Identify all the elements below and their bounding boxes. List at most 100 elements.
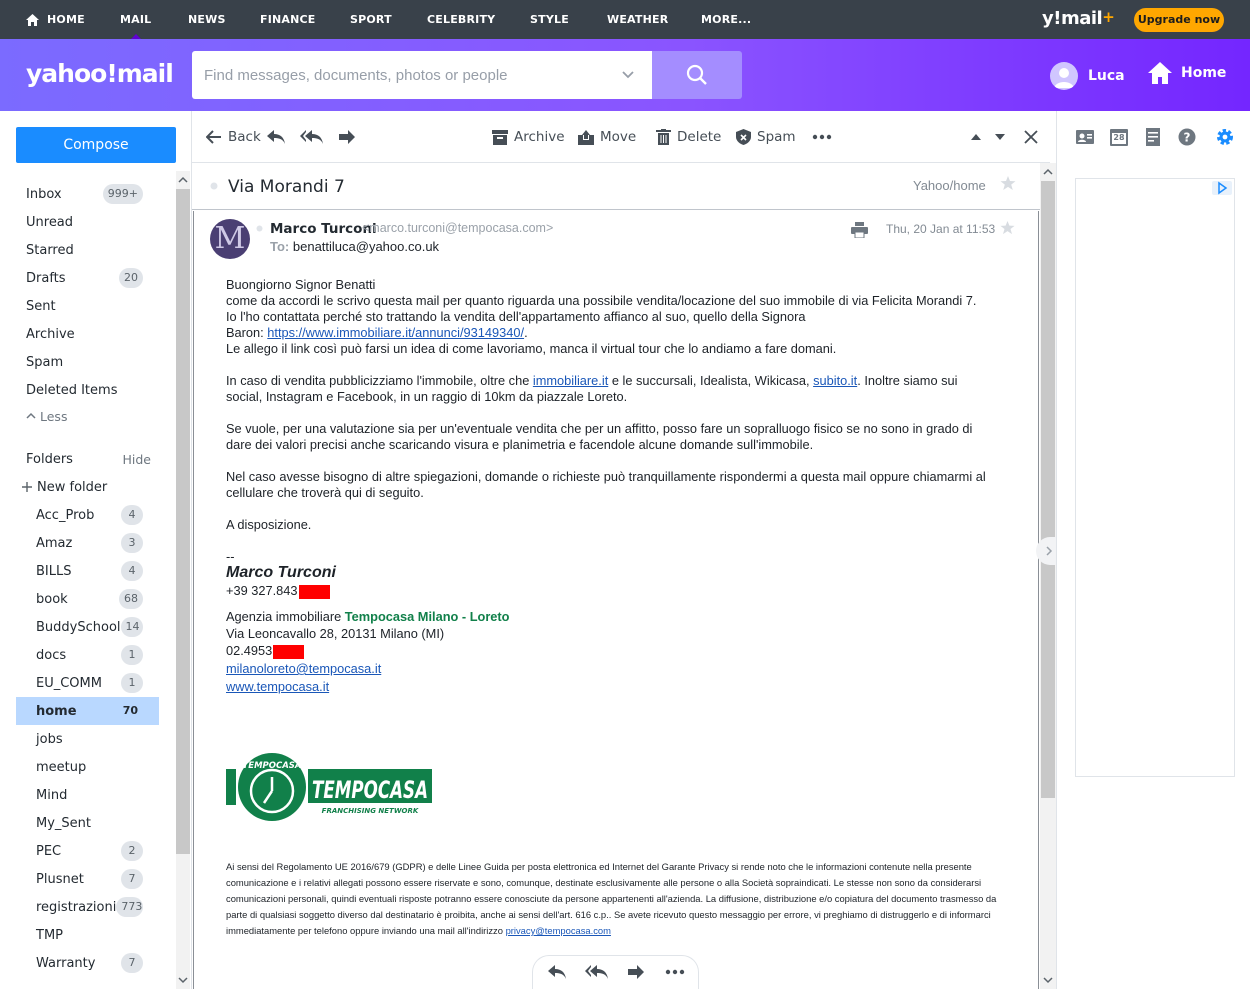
- folder-mind[interactable]: Mind: [16, 781, 159, 809]
- collapse-panel-handle[interactable]: [1036, 537, 1058, 565]
- nav-finance[interactable]: Finance: [260, 0, 316, 39]
- folder-archive[interactable]: Archive: [16, 320, 159, 348]
- new-folder-button[interactable]: New folder: [16, 473, 159, 501]
- nav-style[interactable]: Style: [530, 0, 569, 39]
- forward-icon[interactable]: [627, 964, 645, 980]
- archive-icon: [492, 129, 508, 145]
- sender-name[interactable]: Marco Turconi: [270, 221, 377, 237]
- move-button[interactable]: Move: [578, 127, 636, 147]
- sidebar-scroll-thumb[interactable]: [176, 189, 190, 854]
- listing-link[interactable]: https://www.immobiliare.it/annunci/93149…: [267, 325, 524, 340]
- folder-buddyschool[interactable]: BuddySchool 14: [16, 613, 159, 641]
- help-icon[interactable]: ?: [1177, 127, 1197, 147]
- reply-button[interactable]: [266, 127, 286, 147]
- folder-unread[interactable]: Unread: [16, 208, 159, 236]
- reply-all-button[interactable]: [300, 127, 324, 147]
- phone-number: +39 327.843: [226, 583, 298, 598]
- nav-sport[interactable]: Sport: [350, 0, 392, 39]
- compose-button[interactable]: Compose: [16, 127, 176, 163]
- search-input[interactable]: [192, 51, 612, 99]
- folder-pec[interactable]: PEC 2: [16, 837, 159, 865]
- folder-inbox[interactable]: Inbox 999+: [16, 180, 159, 208]
- recipient-email[interactable]: benattiluca@yahoo.co.uk: [293, 239, 439, 254]
- search-button[interactable]: [652, 51, 742, 99]
- sender-email[interactable]: <marco.turconi@tempocasa.com>: [362, 221, 553, 235]
- folder-deleted-items[interactable]: Deleted Items: [16, 376, 159, 404]
- message-scroll-thumb[interactable]: [1041, 181, 1055, 798]
- folder-my-sent[interactable]: My_Sent: [16, 809, 159, 837]
- folder-eu-comm[interactable]: EU_COMM 1: [16, 669, 159, 697]
- close-message-button[interactable]: [1024, 127, 1038, 147]
- nav-news[interactable]: News: [188, 0, 226, 39]
- upgrade-now-button[interactable]: Upgrade now: [1134, 8, 1224, 32]
- tempocasa-logo[interactable]: TEMPOCASA TEMPOCASA FRANCHISING NETWORK: [226, 751, 436, 826]
- folder-spam[interactable]: Spam: [16, 348, 159, 376]
- yahoo-mail-logo[interactable]: yahoo!mail: [26, 59, 174, 88]
- read-dot-icon[interactable]: [210, 182, 218, 190]
- scroll-down-arrow-icon[interactable]: [1040, 973, 1056, 987]
- print-icon[interactable]: [851, 222, 868, 238]
- chevron-down-icon[interactable]: [622, 69, 634, 81]
- back-button[interactable]: Back: [206, 127, 261, 147]
- ymail-plus-logo[interactable]: y!mail+: [1042, 8, 1115, 29]
- body-line: Se vuole, per una valutazione sia per un…: [226, 421, 973, 436]
- sidebar-scrollbar[interactable]: [176, 171, 190, 989]
- subito-link[interactable]: subito.it: [813, 373, 857, 388]
- folder-jobs[interactable]: jobs: [16, 725, 159, 753]
- previous-message-button[interactable]: [970, 127, 982, 147]
- folder-meetup[interactable]: meetup: [16, 753, 159, 781]
- read-dot-icon[interactable]: [256, 225, 263, 232]
- signature-website-link[interactable]: www.tempocasa.it: [226, 679, 329, 694]
- archive-button[interactable]: Archive: [492, 127, 565, 147]
- nav-weather[interactable]: Weather: [607, 0, 668, 39]
- chevron-right-icon: [1046, 546, 1053, 556]
- nav-more[interactable]: More...: [701, 0, 751, 39]
- folder-bills[interactable]: BILLS 4: [16, 557, 159, 585]
- folder-starred[interactable]: Starred: [16, 236, 159, 264]
- next-message-button[interactable]: [994, 127, 1006, 147]
- scroll-up-arrow-icon[interactable]: [1040, 165, 1056, 179]
- advertisement-frame[interactable]: [1075, 178, 1235, 777]
- folder-tmp[interactable]: TMP: [16, 921, 159, 949]
- settings-gear-icon[interactable]: [1215, 127, 1235, 147]
- message-folder-tag[interactable]: Yahoo/home: [913, 178, 986, 193]
- nav-mail[interactable]: Mail: [120, 0, 151, 39]
- user-menu[interactable]: Luca: [1050, 61, 1125, 91]
- nav-celebrity[interactable]: Celebrity: [427, 0, 495, 39]
- folder-registrazioni[interactable]: registrazioni 773: [16, 893, 159, 921]
- folder-warranty[interactable]: Warranty 7: [16, 949, 159, 977]
- less-toggle[interactable]: Less: [16, 402, 159, 430]
- spam-button[interactable]: Spam: [736, 127, 796, 147]
- folder-label: BuddySchool: [36, 619, 121, 635]
- folder-book[interactable]: book 68: [16, 585, 159, 613]
- calendar-icon[interactable]: 28: [1109, 127, 1129, 147]
- folder-drafts[interactable]: Drafts 20: [16, 264, 159, 292]
- scroll-up-arrow-icon[interactable]: [176, 173, 190, 187]
- delete-button[interactable]: Delete: [656, 127, 721, 147]
- scroll-down-arrow-icon[interactable]: [176, 973, 190, 987]
- reply-icon[interactable]: [547, 964, 567, 980]
- folder-acc-prob[interactable]: Acc_Prob 4: [16, 501, 159, 529]
- folder-amaz[interactable]: Amaz 3: [16, 529, 159, 557]
- folder-plusnet[interactable]: Plusnet 7: [16, 865, 159, 893]
- contacts-icon[interactable]: [1075, 127, 1095, 147]
- body-text-fragment: e le succursali, Idealista, Wikicasa,: [608, 373, 814, 388]
- ad-choices-icon[interactable]: [1212, 181, 1232, 195]
- notepad-icon[interactable]: [1143, 127, 1163, 147]
- immobiliare-link[interactable]: immobiliare.it: [533, 373, 608, 388]
- hide-folders-link[interactable]: Hide: [123, 452, 152, 467]
- forward-button[interactable]: [338, 127, 356, 147]
- reply-all-icon[interactable]: [585, 964, 609, 980]
- more-actions-button[interactable]: [812, 127, 832, 147]
- home-link[interactable]: Home: [1147, 60, 1226, 86]
- message-scrollbar[interactable]: [1040, 163, 1056, 989]
- folder-home[interactable]: home 70: [16, 697, 159, 725]
- star-icon[interactable]: [1000, 175, 1016, 191]
- privacy-email-link[interactable]: privacy@tempocasa.com: [506, 925, 611, 936]
- signature-email-link[interactable]: milanoloreto@tempocasa.it: [226, 661, 381, 676]
- folder-docs[interactable]: docs 1: [16, 641, 159, 669]
- nav-home[interactable]: Home: [26, 0, 85, 39]
- folder-sent[interactable]: Sent: [16, 292, 159, 320]
- more-dots-icon[interactable]: [665, 969, 685, 975]
- star-icon[interactable]: [1000, 220, 1015, 235]
